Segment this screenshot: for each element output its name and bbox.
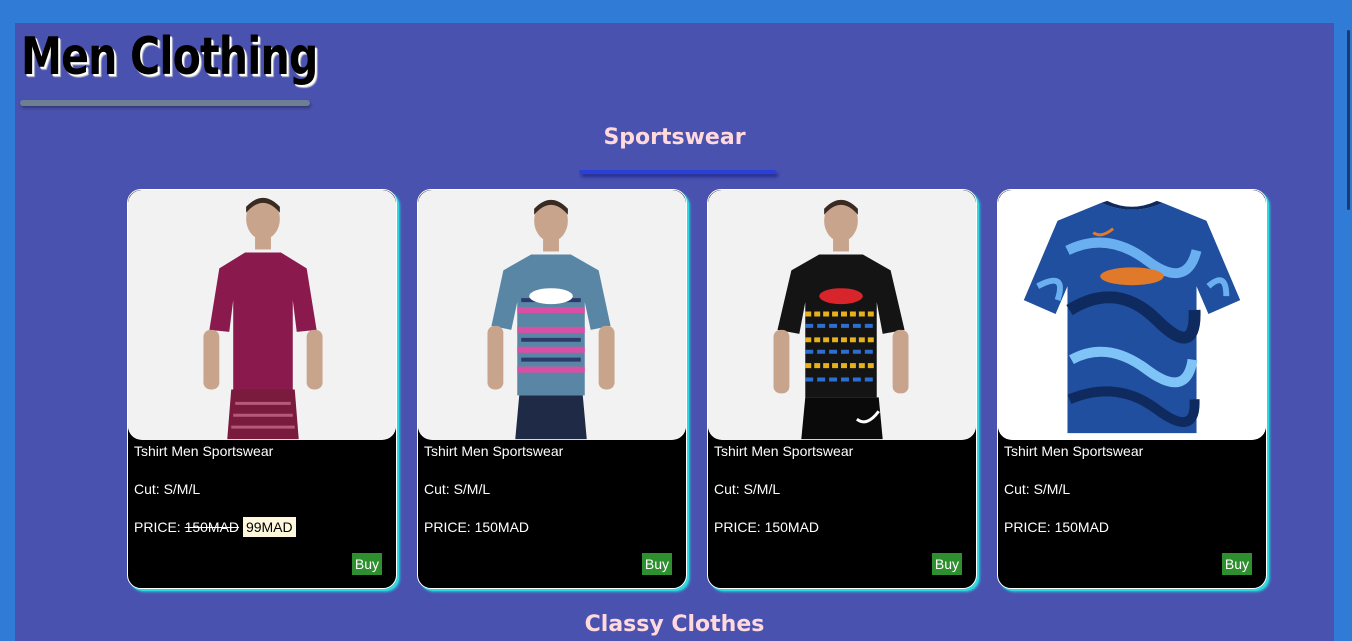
product-cut: Cut: S/M/L <box>134 481 201 497</box>
scrollbar-thumb[interactable] <box>1347 30 1350 210</box>
sale-price: 99MAD <box>242 517 296 537</box>
product-info: Tshirt Men Sportswear Cut: S/M/L PRICE: … <box>128 440 396 537</box>
product-info: Tshirt Men Sportswear Cut: S/M/L PRICE: … <box>708 440 976 535</box>
product-info: Tshirt Men Sportswear Cut: S/M/L PRICE: … <box>418 440 686 535</box>
product-image <box>998 190 1266 440</box>
section-underline <box>579 170 776 174</box>
buy-button[interactable]: Buy <box>1221 553 1252 575</box>
blue-camo-jersey-photo-icon <box>998 190 1266 440</box>
section-title-classy-clothes: Classy Clothes <box>584 612 765 637</box>
product-name: Tshirt Men Sportswear <box>1004 443 1144 459</box>
product-info: Tshirt Men Sportswear Cut: S/M/L PRICE: … <box>998 440 1266 535</box>
product-price: PRICE: 150MAD <box>714 519 820 535</box>
maroon-tshirt-model-photo-icon <box>128 190 396 440</box>
product-cut: Cut: S/M/L <box>714 481 781 497</box>
product-price: PRICE: 150MAD 99MAD <box>134 517 390 537</box>
product-cut: Cut: S/M/L <box>424 481 491 497</box>
section-title-sportswear: Sportswear <box>603 125 746 150</box>
product-name: Tshirt Men Sportswear <box>714 443 854 459</box>
product-image <box>418 190 686 440</box>
vertical-scrollbar[interactable] <box>1334 0 1352 641</box>
price-label: PRICE: <box>134 519 185 535</box>
product-card: Tshirt Men Sportswear Cut: S/M/L PRICE: … <box>997 189 1267 589</box>
product-card: Tshirt Men Sportswear Cut: S/M/L PRICE: … <box>127 189 397 589</box>
page-title: Men Clothing <box>21 27 318 87</box>
product-image <box>128 190 396 440</box>
product-cut: Cut: S/M/L <box>1004 481 1071 497</box>
product-image <box>708 190 976 440</box>
product-name: Tshirt Men Sportswear <box>424 443 564 459</box>
title-underline <box>20 100 310 106</box>
old-price: 150MAD <box>184 519 240 535</box>
product-card: Tshirt Men Sportswear Cut: S/M/L PRICE: … <box>707 189 977 589</box>
product-card: Tshirt Men Sportswear Cut: S/M/L PRICE: … <box>417 189 687 589</box>
buy-button[interactable]: Buy <box>351 553 382 575</box>
black-jersey-model-photo-icon <box>708 190 976 440</box>
pink-blue-jersey-model-photo-icon <box>418 190 686 440</box>
product-price: PRICE: 150MAD <box>1004 519 1110 535</box>
product-price: PRICE: 150MAD <box>424 519 530 535</box>
main-panel: Men Clothing Sportswear Tshirt Men Sport… <box>15 23 1334 641</box>
buy-button[interactable]: Buy <box>641 553 672 575</box>
product-name: Tshirt Men Sportswear <box>134 443 274 459</box>
buy-button[interactable]: Buy <box>931 553 962 575</box>
